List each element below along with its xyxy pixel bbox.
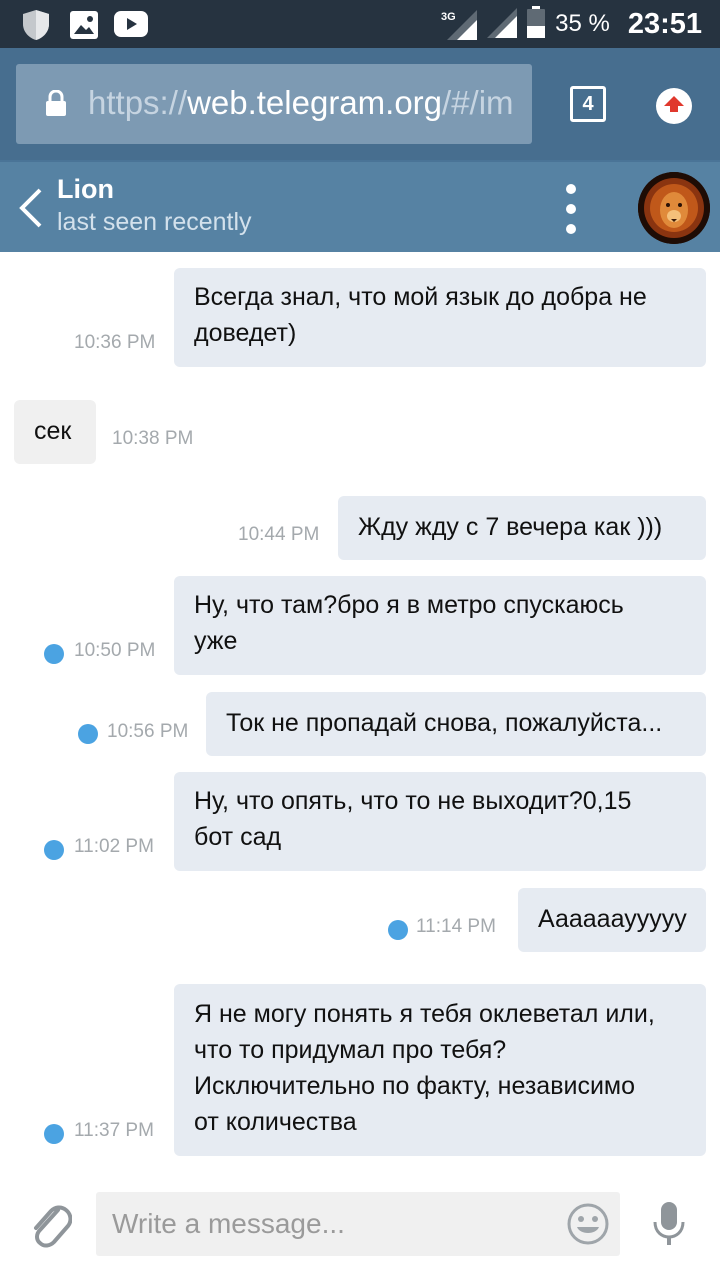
message-bubble[interactable]: Ааааааууууу xyxy=(518,888,706,952)
message-bubble[interactable]: Жду жду с 7 вечера как ))) xyxy=(338,496,706,560)
message-text: от количества xyxy=(194,1108,357,1136)
peer-name[interactable]: Lion xyxy=(57,174,114,205)
message-time: 10:38 PM xyxy=(112,428,194,449)
status-bar: 3G 35 % 23:51 xyxy=(0,0,720,48)
message-text: Всегда знал, что мой язык до добра не xyxy=(194,283,647,311)
message-text: Ааааааууууу xyxy=(538,905,687,933)
message-text: бот сад xyxy=(194,823,282,851)
message-text: Жду жду с 7 вечера как ))) xyxy=(358,513,663,541)
message-time: 11:37 PM xyxy=(74,1120,154,1141)
shield-icon xyxy=(22,9,50,46)
signal-icon xyxy=(487,6,518,43)
message-bubble[interactable]: Всегда знал, что мой язык до добра не до… xyxy=(174,268,706,367)
message-input[interactable] xyxy=(112,1192,552,1256)
message-input-box[interactable] xyxy=(96,1192,620,1256)
message-text: Я не могу понять я тебя оклеветал или, xyxy=(194,1000,655,1028)
url-text: https://web.telegram.org/#/im xyxy=(88,84,514,122)
update-button[interactable] xyxy=(656,88,692,124)
back-arrow-icon[interactable] xyxy=(16,188,44,233)
message-bubble[interactable]: Ну, что там?бро я в метро спускаюсь уже xyxy=(174,576,706,675)
message-bubble[interactable]: Я не могу понять я тебя оклеветал или, ч… xyxy=(174,984,706,1156)
unread-dot xyxy=(44,1124,64,1144)
emoji-icon[interactable] xyxy=(566,1202,610,1251)
paperclip-icon[interactable] xyxy=(28,1200,73,1255)
unread-dot xyxy=(44,840,64,860)
signal-3g-icon: 3G xyxy=(441,8,478,40)
unread-dot xyxy=(388,920,408,940)
peer-status: last seen recently xyxy=(57,208,252,236)
message-text: Ток не пропадай снова, пожалуйста... xyxy=(226,709,663,737)
message-time: 10:56 PM xyxy=(107,721,189,742)
url-host: web.telegram.org xyxy=(187,84,443,121)
message-bubble[interactable]: сек xyxy=(14,400,96,464)
unread-dot xyxy=(44,644,64,664)
message-text: Ну, что опять, что то не выходит?0,15 xyxy=(194,787,632,815)
image-icon xyxy=(70,11,98,44)
tabs-button[interactable]: 4 xyxy=(570,86,606,122)
lock-icon xyxy=(46,89,66,121)
battery-icon xyxy=(527,5,546,43)
youtube-icon xyxy=(114,11,148,42)
clock: 23:51 xyxy=(627,7,702,40)
chat-header: Lion last seen recently xyxy=(0,160,720,252)
message-text: что то придумал про тебя? xyxy=(194,1036,507,1064)
message-text: Ну, что там?бро я в метро спускаюсь xyxy=(194,591,624,619)
message-time: 10:36 PM xyxy=(74,332,156,353)
message-text: уже xyxy=(194,627,238,655)
url-path: /#/im xyxy=(442,84,514,121)
message-bubble[interactable]: Ток не пропадай снова, пожалуйста... xyxy=(206,692,706,756)
message-time: 11:02 PM xyxy=(74,836,154,857)
message-time: 10:44 PM xyxy=(238,524,320,545)
url-scheme: https:// xyxy=(88,84,188,121)
message-time: 11:14 PM xyxy=(416,916,496,937)
avatar[interactable] xyxy=(638,172,710,244)
address-bar[interactable]: https://web.telegram.org/#/im xyxy=(16,64,532,144)
more-menu-icon[interactable] xyxy=(562,184,578,234)
microphone-icon[interactable] xyxy=(652,1200,686,1253)
unread-dot xyxy=(78,724,98,744)
message-list[interactable]: Всегда знал, что мой язык до добра не до… xyxy=(0,252,720,1180)
battery-percent: 35 % xyxy=(555,10,610,37)
browser-toolbar: https://web.telegram.org/#/im 4 xyxy=(0,48,720,160)
arrow-up-icon xyxy=(663,95,685,118)
message-text: доведет) xyxy=(194,319,297,347)
message-time: 10:50 PM xyxy=(74,640,156,661)
message-text: Исключительно по факту, независимо xyxy=(194,1072,636,1100)
message-composer xyxy=(0,1180,720,1280)
svg-text:3G: 3G xyxy=(441,11,456,23)
message-text: сек xyxy=(34,417,72,445)
message-bubble[interactable]: Ну, что опять, что то не выходит?0,15 бо… xyxy=(174,772,706,871)
